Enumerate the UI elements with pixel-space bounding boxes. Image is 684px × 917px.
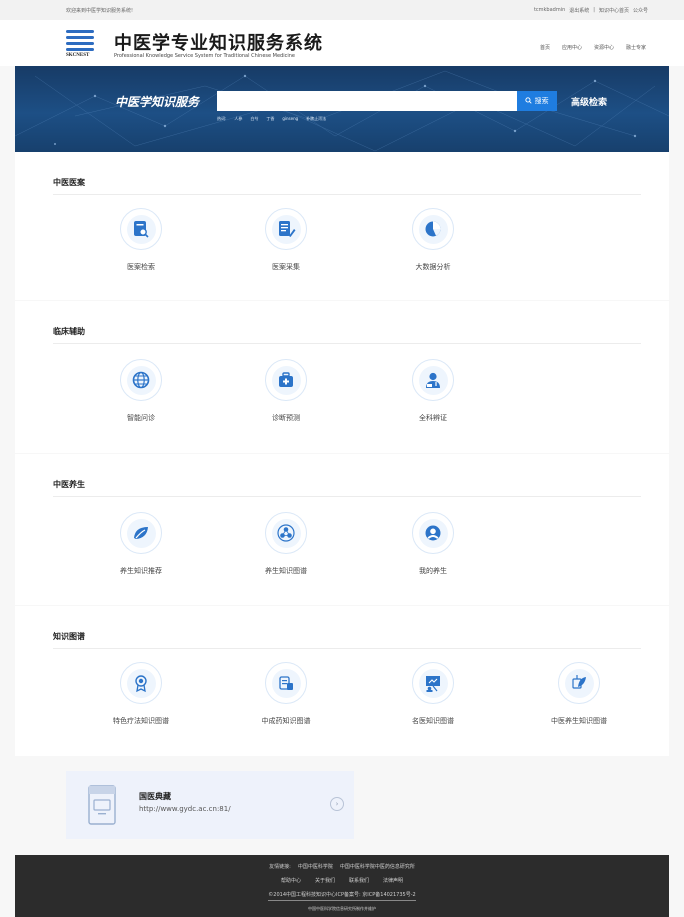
search-button[interactable]: 搜索: [517, 91, 557, 111]
app-card-smart-inquiry[interactable]: 智能问诊: [96, 359, 186, 423]
section-knowledge-graph: 知识图谱 特色疗法知识图谱 中成药知识图谱 名医知识图谱 中医养生知识图谱: [15, 606, 669, 756]
top-bar: 欢迎来到中医学知识服务系统! tcmkbadmin 退出系统 | 知识中心首页 …: [0, 0, 684, 20]
app-card-label: 智能问诊: [127, 414, 155, 422]
app-card-label: 养生知识图谱: [265, 567, 307, 575]
section-clinical-assist: 临床辅助 智能问诊 诊断预测 全科辨证: [15, 301, 669, 453]
current-user: tcmkbadmin: [533, 7, 566, 13]
section-title: 临床辅助: [53, 327, 85, 336]
main-nav: 首页 应用中心 资源中心 融士专家: [540, 44, 646, 51]
logo-icon[interactable]: [66, 28, 94, 56]
search-brand-title: 中医学知识服务: [115, 95, 200, 109]
section-divider: [53, 496, 641, 497]
section-title: 中医养生: [53, 480, 85, 489]
friend-links-label: 友情链接:: [269, 864, 291, 870]
app-card-label: 我的养生: [419, 567, 447, 575]
hot-word[interactable]: 丁香: [266, 116, 274, 122]
friend-link[interactable]: 中国中医科学院: [298, 863, 333, 870]
app-card-health-preservation-graph[interactable]: 中医养生知识图谱: [534, 662, 624, 726]
nav-experts[interactable]: 融士专家: [626, 44, 646, 51]
app-card-famous-doctor-graph[interactable]: 名医知识图谱: [388, 662, 478, 726]
doctor-icon: [426, 372, 440, 388]
app-card-health-recommend[interactable]: 养生知识推荐: [96, 512, 186, 576]
globe-icon: [132, 371, 150, 389]
search-icon: [525, 97, 532, 104]
logo-abbreviation: SKCNEST: [66, 53, 90, 58]
app-card-my-health[interactable]: 我的养生: [388, 512, 478, 576]
app-card-diagnosis-prediction[interactable]: 诊断预测: [241, 359, 331, 423]
app-card-patent-medicine-graph[interactable]: 中成药知识图谱: [241, 662, 331, 726]
app-card-big-data[interactable]: 大数据分析: [388, 208, 478, 272]
advanced-search-link[interactable]: 高级检索: [571, 95, 607, 108]
case-collect-icon: [279, 221, 296, 237]
system-subtitle: Professional Knowledge Service System fo…: [114, 53, 296, 59]
hot-words: 热词: 人参 白芍 丁香 ginseng 补脾止泻法: [217, 116, 326, 122]
graph-node-icon: [277, 524, 295, 542]
search-banner: 中医学知识服务 搜索 高级检索 热词: 人参 白芍 丁香 ginseng 补脾止…: [15, 66, 669, 152]
resource-card[interactable]: 国医典藏 http://www.gydc.ac.cn:81/ ›: [66, 771, 354, 839]
legal-notice-link[interactable]: 法律声明: [383, 877, 403, 884]
nav-app-center[interactable]: 应用中心: [562, 44, 582, 51]
user-icon: [425, 525, 441, 541]
app-card-case-collect[interactable]: 医案采集: [241, 208, 331, 272]
hot-word[interactable]: 补脾止泻法: [306, 116, 326, 122]
section-divider: [53, 194, 641, 195]
official-account-link[interactable]: 公众号: [633, 7, 648, 14]
resource-url[interactable]: http://www.gydc.ac.cn:81/: [139, 805, 231, 813]
section-medical-cases: 中医医案 医案检索 医案采集 大数据分析: [15, 152, 669, 300]
knowledge-center-home-link[interactable]: 知识中心首页: [599, 7, 629, 14]
app-card-syndrome-differentiation[interactable]: 全科辨证: [388, 359, 478, 423]
pie-chart-icon: [425, 221, 441, 237]
system-title: 中医学专业知识服务系统: [114, 33, 323, 54]
book-archive-icon: [88, 785, 116, 825]
hot-word[interactable]: 白芍: [250, 116, 258, 122]
app-card-therapy-graph[interactable]: 特色疗法知识图谱: [96, 662, 186, 726]
section-divider: [53, 648, 641, 649]
top-links: tcmkbadmin 退出系统 | 知识中心首页 公众号: [534, 7, 648, 14]
nav-resource-center[interactable]: 资源中心: [594, 44, 614, 51]
medical-kit-icon: [279, 372, 293, 387]
medicine-icon: [279, 676, 293, 690]
app-card-label: 特色疗法知识图谱: [113, 717, 169, 725]
app-card-label: 医案检索: [127, 263, 155, 271]
site-header: SKCNEST 中医学专业知识服务系统 Professional Knowled…: [0, 20, 684, 66]
friend-link[interactable]: 中国中医科学院中医药信息研究所: [340, 863, 415, 870]
welcome-text: 欢迎来到中医学知识服务系统!: [66, 8, 134, 14]
app-card-label: 中成药知识图谱: [261, 717, 311, 725]
section-title: 知识图谱: [53, 632, 85, 641]
app-card-label: 诊断预测: [272, 414, 300, 422]
app-card-health-graph[interactable]: 养生知识图谱: [241, 512, 331, 576]
search-input[interactable]: [217, 91, 517, 111]
search-button-label: 搜索: [534, 97, 549, 105]
app-card-label: 名医知识图谱: [412, 717, 454, 725]
award-icon: [135, 675, 147, 693]
app-card-label: 中医养生知识图谱: [551, 717, 607, 725]
hot-words-label: 热词:: [217, 116, 227, 121]
leaf-icon: [134, 527, 148, 539]
herb-icon: [572, 675, 586, 689]
logout-link[interactable]: 退出系统: [569, 7, 589, 14]
hot-word[interactable]: ginseng: [282, 116, 298, 122]
app-card-label: 全科辨证: [419, 414, 447, 422]
about-us-link[interactable]: 关于我们: [315, 877, 335, 884]
resource-name: 国医典藏: [139, 792, 171, 801]
app-card-case-search[interactable]: 医案检索: [96, 208, 186, 272]
chevron-right-icon[interactable]: ›: [330, 797, 344, 811]
nav-home[interactable]: 首页: [540, 44, 550, 51]
maintainer-text: 中国中医科学院信息研究所制作并维护: [308, 906, 376, 911]
help-center-link[interactable]: 帮助中心: [281, 877, 301, 884]
site-footer: 友情链接: 中国中医科学院 中国中医科学院中医药信息研究所 帮助中心 关于我们 …: [15, 855, 669, 917]
hot-word[interactable]: 人参: [234, 116, 242, 122]
app-card-label: 养生知识推荐: [120, 567, 162, 575]
app-card-label: 大数据分析: [415, 263, 451, 271]
section-divider: [53, 343, 641, 344]
copyright-text: ©2014中国工程科技知识中心ICP备案号: 京ICP备14021735号-2: [268, 891, 416, 901]
top-separator: |: [593, 7, 595, 13]
section-health-preservation: 中医养生 养生知识推荐 养生知识图谱 我的养生: [15, 454, 669, 605]
section-title: 中医医案: [53, 178, 85, 187]
teacher-icon: [426, 676, 440, 692]
app-card-label: 医案采集: [272, 263, 300, 271]
contact-us-link[interactable]: 联系我们: [349, 877, 369, 884]
case-search-icon: [134, 221, 149, 238]
